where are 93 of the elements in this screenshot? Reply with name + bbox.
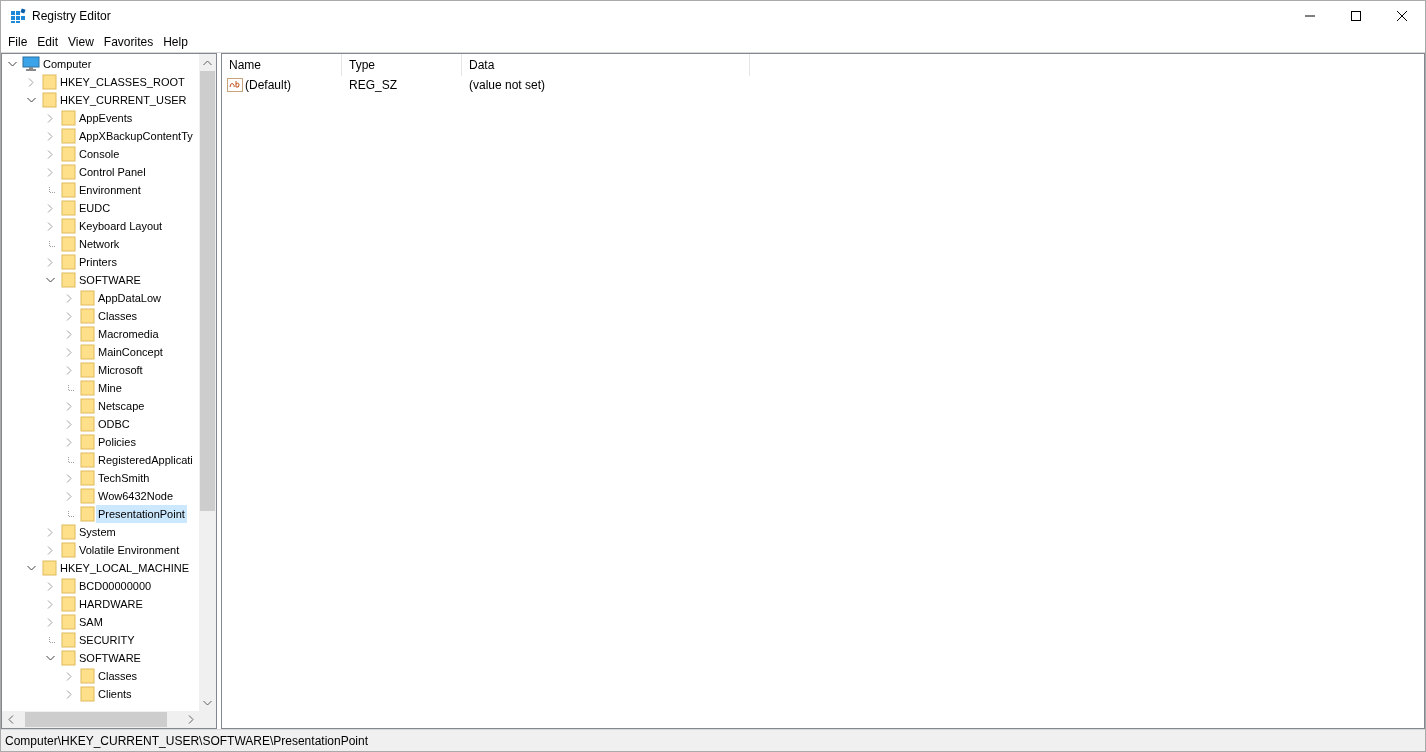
- horizontal-scrollbar[interactable]: [2, 711, 216, 728]
- column-header[interactable]: Name: [222, 54, 342, 76]
- tree-item[interactable]: Clients: [96, 685, 134, 703]
- value-type: REG_SZ: [349, 78, 397, 92]
- folder-icon: [41, 560, 57, 576]
- column-header[interactable]: Type: [342, 54, 462, 76]
- app-icon: [10, 8, 26, 24]
- tree-item[interactable]: System: [77, 523, 118, 541]
- folder-icon: [79, 290, 95, 306]
- folder-icon: [60, 596, 76, 612]
- folder-icon: [79, 326, 95, 342]
- folder-icon: [41, 92, 57, 108]
- tree-item[interactable]: SOFTWARE: [77, 649, 143, 667]
- tree-item[interactable]: AppEvents: [77, 109, 135, 127]
- tree-item[interactable]: HKEY_CURRENT_USER: [58, 91, 189, 109]
- status-bar-path: Computer\HKEY_CURRENT_USER\SOFTWARE\PresentationPoint: [5, 732, 368, 750]
- tree-item[interactable]: TechSmith: [96, 469, 152, 487]
- close-icon: [1397, 11, 1407, 21]
- menu-item[interactable]: View: [63, 31, 99, 52]
- tree-item[interactable]: MainConcept: [96, 343, 165, 361]
- tree-item[interactable]: Volatile Environment: [77, 541, 182, 559]
- tree-item[interactable]: Policies: [96, 433, 138, 451]
- folder-icon: [79, 488, 95, 504]
- tree-item[interactable]: SECURITY: [77, 631, 137, 649]
- folder-icon: [60, 650, 76, 666]
- window-title: Registry Editor: [32, 8, 111, 25]
- tree-item[interactable]: AppXBackupContentTy: [77, 127, 195, 145]
- tree-item[interactable]: Environment: [77, 181, 143, 199]
- menu-item[interactable]: Help: [158, 31, 193, 52]
- folder-icon: [60, 146, 76, 162]
- tree-item[interactable]: Printers: [77, 253, 119, 271]
- tree-item[interactable]: HARDWARE: [77, 595, 145, 613]
- folder-icon: [60, 182, 76, 198]
- tree-item[interactable]: Classes: [96, 307, 140, 325]
- computer-icon: [22, 56, 40, 72]
- folder-icon: [79, 470, 95, 486]
- tree-item[interactable]: Netscape: [96, 397, 147, 415]
- tree-item[interactable]: SAM: [77, 613, 105, 631]
- tree-item[interactable]: Wow6432Node: [96, 487, 175, 505]
- menu-item[interactable]: File: [3, 31, 33, 52]
- value-data: (value not set): [469, 78, 546, 92]
- tree-item[interactable]: Network: [77, 235, 122, 253]
- folder-icon: [60, 236, 76, 252]
- tree-item[interactable]: HKEY_CLASSES_ROOT: [58, 73, 187, 91]
- tree-item[interactable]: AppDataLow: [96, 289, 163, 307]
- maximize-icon: [1351, 11, 1361, 21]
- string-value-icon: [227, 78, 243, 92]
- folder-icon: [79, 380, 95, 396]
- tree-item[interactable]: Computer: [41, 55, 94, 73]
- folder-icon: [60, 218, 76, 234]
- folder-icon: [79, 506, 95, 522]
- folder-icon: [60, 578, 76, 594]
- folder-icon: [79, 686, 95, 702]
- tree-item[interactable]: BCD00000000: [77, 577, 154, 595]
- tree-item[interactable]: HKEY_LOCAL_MACHINE: [58, 559, 191, 577]
- column-header[interactable]: Data: [462, 54, 750, 76]
- folder-icon: [60, 128, 76, 144]
- folder-icon: [60, 110, 76, 126]
- tree-item[interactable]: Macromedia: [96, 325, 161, 343]
- tree-item[interactable]: Classes: [96, 667, 140, 685]
- folder-icon: [60, 200, 76, 216]
- folder-icon: [60, 254, 76, 270]
- tree-item[interactable]: Microsoft: [96, 361, 145, 379]
- folder-icon: [79, 362, 95, 378]
- tree-item[interactable]: SOFTWARE: [77, 271, 143, 289]
- menu-item[interactable]: Edit: [32, 31, 64, 52]
- tree-item[interactable]: Mine: [96, 379, 124, 397]
- folder-icon: [79, 344, 95, 360]
- folder-icon: [60, 164, 76, 180]
- tree-item[interactable]: ODBC: [96, 415, 132, 433]
- tree-item[interactable]: PresentationPoint: [96, 505, 187, 523]
- folder-icon: [60, 632, 76, 648]
- folder-icon: [60, 524, 76, 540]
- folder-icon: [79, 434, 95, 450]
- tree-item[interactable]: EUDC: [77, 199, 113, 217]
- folder-icon: [79, 452, 95, 468]
- tree-item[interactable]: Console: [77, 145, 122, 163]
- folder-icon: [60, 272, 76, 288]
- tree-item[interactable]: Keyboard Layout: [77, 217, 165, 235]
- scroll-thumb[interactable]: [25, 712, 167, 727]
- folder-icon: [79, 398, 95, 414]
- value-name[interactable]: (Default): [245, 76, 291, 94]
- scroll-thumb[interactable]: [200, 71, 215, 511]
- folder-icon: [79, 308, 95, 324]
- vertical-scrollbar[interactable]: [199, 54, 216, 711]
- folder-icon: [79, 668, 95, 684]
- folder-icon: [79, 416, 95, 432]
- folder-icon: [41, 74, 57, 90]
- tree-item[interactable]: RegisteredApplicati: [96, 451, 195, 469]
- folder-icon: [60, 614, 76, 630]
- menu-item[interactable]: Favorites: [98, 31, 159, 52]
- tree-item[interactable]: Control Panel: [77, 163, 148, 181]
- folder-icon: [60, 542, 76, 558]
